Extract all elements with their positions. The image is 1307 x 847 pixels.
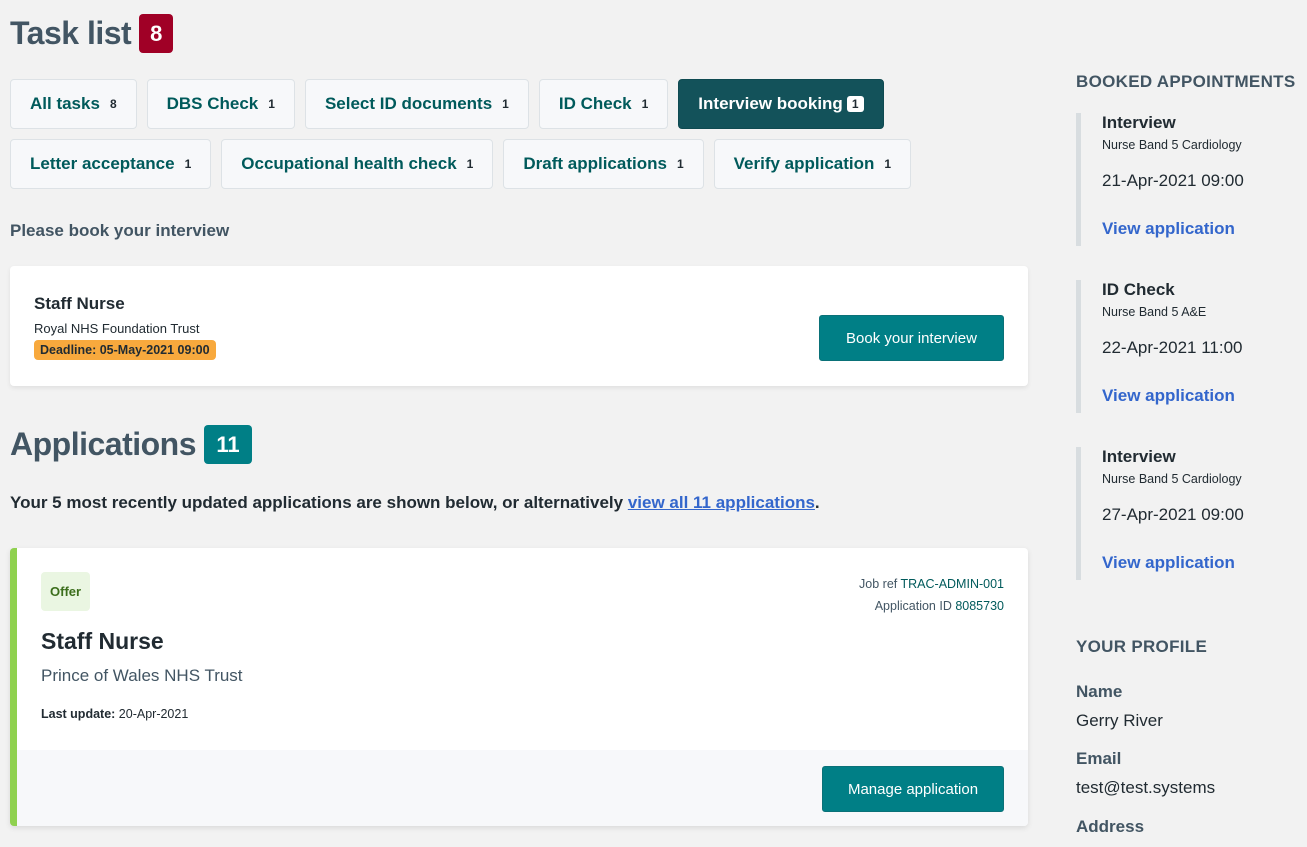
last-update-label: Last update: [41, 707, 116, 721]
task-section-label: Please book your interview [10, 221, 230, 240]
status-badge: Offer [41, 572, 91, 611]
booked-appointments-heading: BOOKED APPOINTMENTS [1076, 72, 1296, 91]
tab-count: 1 [676, 157, 684, 171]
profile-address-label: Address [1076, 817, 1145, 836]
appointment-role: Nurse Band 5 Cardiology [1102, 138, 1242, 152]
appointment-role: Nurse Band 5 Cardiology [1102, 472, 1242, 486]
application-refs: Job ref TRAC-ADMIN-001 Application ID 80… [859, 573, 1004, 617]
appointment-datetime: 22-Apr-2021 11:00 [1102, 338, 1243, 357]
tab-interview-booking[interactable]: Interview booking 1 [678, 79, 884, 129]
application-id-label: Application ID [874, 599, 952, 613]
tab-count: 1 [184, 157, 192, 171]
task-list-title: Task list [10, 15, 132, 51]
job-ref-label: Job ref [859, 577, 898, 591]
page: Task list 8 All tasks 8 DBS Check 1 Sele… [0, 0, 1307, 847]
tab-label: ID Check [558, 94, 632, 113]
task-employer: Royal NHS Foundation Trust [34, 321, 200, 336]
task-count-badge: 8 [139, 14, 174, 53]
view-all-applications-link[interactable]: view all 11 applications [628, 493, 815, 512]
appointment-type: Interview [1102, 447, 1176, 466]
appointment-datetime: 27-Apr-2021 09:00 [1102, 505, 1244, 524]
applications-intro: Your 5 most recently updated application… [10, 493, 820, 513]
tab-count: 1 [502, 97, 509, 111]
tab-label: Interview booking [698, 94, 843, 113]
tab-count: 1 [846, 96, 864, 112]
appointment-datetime: 21-Apr-2021 09:00 [1102, 171, 1244, 190]
tab-dbs-check[interactable]: DBS Check 1 [146, 79, 295, 129]
tab-label: Verify application [733, 154, 875, 173]
tab-label: Draft applications [523, 154, 667, 173]
tab-row-1: All tasks 8 DBS Check 1 Select ID docume… [10, 79, 1010, 129]
appointment-role: Nurse Band 5 A&E [1102, 305, 1207, 319]
tab-verify-application[interactable]: Verify application 1 [713, 139, 912, 189]
tab-label: Letter acceptance [30, 154, 175, 173]
view-application-link[interactable]: View application [1102, 386, 1235, 406]
profile-email-value: test@test.systems [1076, 778, 1216, 797]
tab-all-tasks[interactable]: All tasks 8 [10, 79, 137, 129]
tab-count: 1 [641, 97, 649, 111]
applications-count-badge: 11 [204, 425, 253, 464]
tab-row-2: Letter acceptance 1 Occupational health … [10, 139, 1010, 189]
tab-id-check[interactable]: ID Check 1 [538, 79, 669, 129]
last-update-value: 20-Apr-2021 [118, 707, 189, 721]
application-employer: Prince of Wales NHS Trust [41, 666, 243, 685]
tab-count: 1 [268, 97, 275, 111]
appointment-type: ID Check [1102, 280, 1175, 299]
last-update: Last update: 20-Apr-2021 [41, 707, 188, 721]
applications-header: Applications 11 [10, 425, 253, 464]
applications-intro-text: Your 5 most recently updated application… [10, 493, 628, 512]
applications-intro-end: . [814, 493, 820, 512]
profile-name-value: Gerry River [1076, 711, 1163, 730]
view-application-link[interactable]: View application [1102, 219, 1235, 239]
task-job-title: Staff Nurse [34, 294, 125, 313]
tab-count: 1 [884, 157, 892, 171]
job-ref-value: TRAC-ADMIN-001 [900, 577, 1005, 591]
applications-title: Applications [10, 426, 197, 462]
tab-occupational-health-check[interactable]: Occupational health check 1 [221, 139, 494, 189]
manage-application-button[interactable]: Manage application [822, 766, 1004, 812]
deadline-tag: Deadline: 05-May-2021 09:00 [34, 340, 216, 360]
appointment-type: Interview [1102, 113, 1176, 132]
job-ref: Job ref TRAC-ADMIN-001 [859, 573, 1004, 595]
appointment-item: Interview Nurse Band 5 Cardiology 27-Apr… [1076, 447, 1296, 580]
tab-letter-acceptance[interactable]: Letter acceptance 1 [10, 139, 212, 189]
tab-count: 8 [109, 97, 117, 111]
application-id: Application ID 8085730 [859, 595, 1004, 617]
application-id-value: 8085730 [955, 599, 1004, 613]
tab-label: DBS Check [166, 94, 259, 113]
tab-select-id-documents[interactable]: Select ID documents 1 [304, 79, 529, 129]
tab-count: 1 [466, 157, 474, 171]
task-list-header: Task list 8 [10, 14, 174, 53]
tab-label: Select ID documents [324, 94, 493, 113]
profile-email-label: Email [1076, 749, 1122, 768]
appointment-item: ID Check Nurse Band 5 A&E 22-Apr-2021 11… [1076, 280, 1296, 413]
tab-label: All tasks [30, 94, 100, 113]
application-job-title: Staff Nurse [41, 628, 164, 654]
view-application-link[interactable]: View application [1102, 553, 1235, 573]
tab-label: Occupational health check [241, 154, 457, 173]
application-card: Offer Job ref TRAC-ADMIN-001 Application… [10, 548, 1028, 826]
task-filter-tabs: All tasks 8 DBS Check 1 Select ID docume… [10, 79, 1010, 199]
appointment-item: Interview Nurse Band 5 Cardiology 21-Apr… [1076, 113, 1296, 246]
tab-draft-applications[interactable]: Draft applications 1 [503, 139, 704, 189]
interview-task-card: Staff Nurse Royal NHS Foundation Trust D… [10, 266, 1028, 386]
profile-name-label: Name [1076, 682, 1123, 701]
your-profile-heading: YOUR PROFILE [1076, 637, 1208, 656]
book-interview-button[interactable]: Book your interview [819, 315, 1004, 361]
application-card-footer: Manage application [17, 750, 1028, 826]
